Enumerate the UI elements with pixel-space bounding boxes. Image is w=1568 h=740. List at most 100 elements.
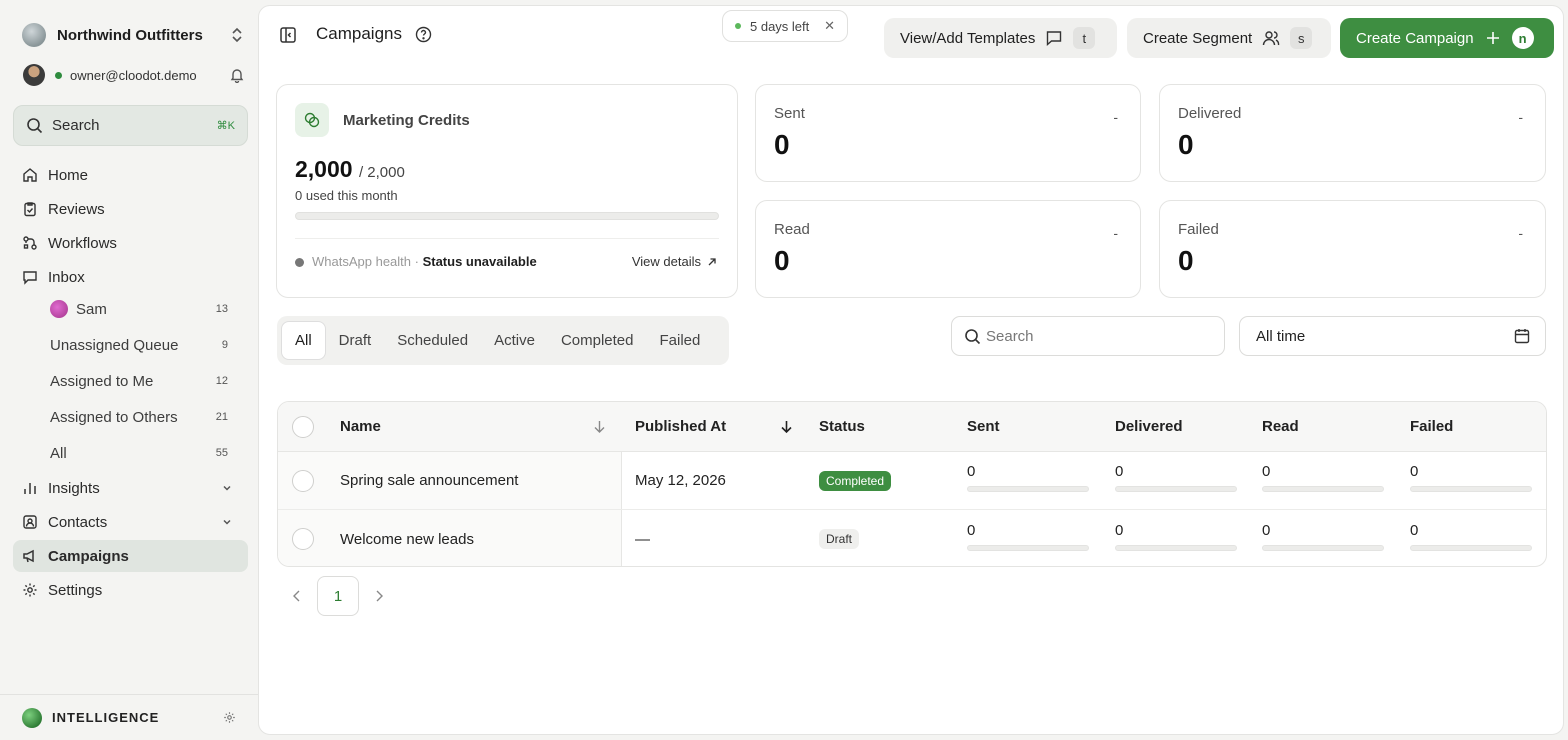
- metric-bar: [1115, 544, 1237, 551]
- col-header-name[interactable]: Name: [340, 402, 620, 451]
- metric-read: 0: [1262, 452, 1384, 509]
- whatsapp-health-status: Status unavailable: [422, 254, 537, 269]
- search-shortcut: ⌘K: [216, 120, 235, 132]
- stat-trend: -: [1518, 109, 1523, 125]
- col-header-read: Read: [1262, 418, 1299, 435]
- org-switcher[interactable]: Northwind Outfitters: [22, 22, 244, 48]
- tab-completed[interactable]: Completed: [548, 321, 647, 360]
- create-segment-label: Create Segment: [1143, 29, 1253, 47]
- table-row[interactable]: Welcome new leads — Draft 0 0 0 0: [278, 510, 1546, 566]
- create-segment-button[interactable]: Create Segment s: [1127, 18, 1331, 58]
- metric-value: 0: [967, 463, 976, 480]
- tab-draft[interactable]: Draft: [326, 321, 385, 360]
- campaigns-table: Name Published At Status Sent Delivered …: [277, 401, 1547, 567]
- view-templates-label: View/Add Templates: [900, 29, 1036, 47]
- inbox-item-count: 21: [215, 411, 228, 423]
- sidebar-toggle-icon[interactable]: [279, 26, 297, 44]
- search-input[interactable]: [986, 327, 1206, 345]
- page-title: Campaigns: [316, 24, 402, 43]
- metric-bar: [1410, 486, 1532, 492]
- col-header-published[interactable]: Published At: [635, 402, 815, 451]
- create-campaign-button[interactable]: Create Campaign n: [1340, 18, 1554, 58]
- inbox-item-assigned-to-me[interactable]: Assigned to Me 12: [50, 367, 240, 395]
- stat-card-sent: Sent 0 -: [755, 84, 1141, 182]
- select-all-checkbox[interactable]: [292, 415, 314, 438]
- sidebar-item-workflows[interactable]: Workflows: [13, 227, 248, 259]
- inbox-item-assigned-to-others[interactable]: Assigned to Others 21: [50, 403, 240, 431]
- users-icon: [1263, 31, 1280, 46]
- sidebar-item-reviews[interactable]: Reviews: [13, 193, 248, 225]
- sidebar-item-campaigns[interactable]: Campaigns: [13, 540, 248, 572]
- metric-value: 0: [1115, 463, 1124, 480]
- inbox-item-unassigned-queue[interactable]: Unassigned Queue 9: [50, 331, 240, 359]
- sidebar-item-home[interactable]: Home: [13, 159, 248, 191]
- user-menu[interactable]: owner@cloodot.demo: [23, 63, 245, 87]
- tab-all[interactable]: All: [281, 321, 326, 360]
- col-header-delivered: Delivered: [1115, 418, 1183, 435]
- chevron-left-icon[interactable]: [290, 589, 304, 603]
- marketing-credits-card: Marketing Credits 2,000 / 2,000 0 used t…: [276, 84, 738, 298]
- sidebar: Northwind Outfitters owner@cloodot.demo …: [0, 0, 258, 740]
- arrow-down-icon[interactable]: [779, 419, 794, 434]
- col-header-status: Status: [819, 418, 865, 435]
- page-number-button[interactable]: 1: [317, 576, 359, 616]
- tab-failed[interactable]: Failed: [647, 321, 714, 360]
- metric-bar: [967, 544, 1089, 551]
- metric-sent: 0: [967, 452, 1089, 509]
- sidebar-item-label: Insights: [48, 479, 100, 497]
- sidebar-item-label: Campaigns: [48, 547, 129, 565]
- sidebar-item-contacts[interactable]: Contacts: [13, 506, 248, 538]
- calendar-icon: [1514, 329, 1530, 344]
- sidebar-item-settings[interactable]: Settings: [13, 574, 248, 606]
- tab-active[interactable]: Active: [481, 321, 548, 360]
- gear-icon: [23, 583, 37, 597]
- status-tabs: All Draft Scheduled Active Completed Fai…: [277, 316, 729, 365]
- table-row[interactable]: Spring sale announcement May 12, 2026 Co…: [278, 452, 1546, 510]
- row-checkbox[interactable]: [292, 469, 314, 492]
- metric-value: 0: [1410, 521, 1419, 539]
- sidebar-item-insights[interactable]: Insights: [13, 472, 248, 504]
- stat-value: 0: [774, 245, 790, 276]
- stat-card-read: Read 0 -: [755, 200, 1141, 298]
- row-select-cell: [278, 452, 328, 509]
- tab-scheduled[interactable]: Scheduled: [384, 321, 481, 360]
- close-icon[interactable]: ✕: [824, 18, 835, 34]
- inbox-item-count: 9: [221, 339, 228, 351]
- campaign-name[interactable]: Spring sale announcement: [340, 452, 620, 509]
- inbox-item-sam[interactable]: Sam 13: [50, 295, 240, 323]
- row-checkbox[interactable]: [292, 528, 314, 550]
- campaign-name[interactable]: Welcome new leads: [340, 510, 620, 566]
- view-templates-button[interactable]: View/Add Templates t: [884, 18, 1117, 58]
- sidebar-item-label: Contacts: [48, 513, 108, 531]
- date-range-picker[interactable]: All time: [1239, 316, 1546, 356]
- arrow-down-icon[interactable]: [592, 419, 607, 434]
- user-email: owner@cloodot.demo: [70, 67, 197, 83]
- chevron-right-icon[interactable]: [372, 589, 386, 603]
- select-all-cell: [278, 402, 328, 451]
- published-at: —: [635, 530, 650, 548]
- global-search[interactable]: Search ⌘K: [13, 105, 248, 146]
- inbox-item-label: Unassigned Queue: [50, 336, 179, 354]
- stat-label: Delivered: [1178, 105, 1242, 122]
- intelligence-bar[interactable]: INTELLIGENCE: [0, 694, 258, 740]
- row-select-cell: [278, 510, 328, 566]
- inbox-item-all[interactable]: All 55: [50, 439, 240, 467]
- stat-label: Sent: [774, 105, 805, 122]
- sidebar-item-label: Settings: [48, 581, 103, 599]
- credits-remaining: 2,000 / 2,000: [295, 156, 405, 183]
- view-details-label: View details: [631, 254, 701, 269]
- credits-total: / 2,000: [358, 164, 405, 181]
- status-cell: Completed: [819, 452, 959, 509]
- gear-icon[interactable]: [223, 711, 236, 724]
- plus-icon: [1486, 32, 1499, 44]
- credits-used: 0 used this month: [295, 188, 398, 203]
- help-icon[interactable]: [415, 26, 432, 43]
- metric-delivered: 0: [1115, 510, 1237, 566]
- status-cell: Draft: [819, 510, 959, 566]
- create-campaign-label: Create Campaign: [1356, 29, 1474, 47]
- inbox-item-count: 13: [215, 303, 228, 315]
- view-details-link[interactable]: View details: [632, 254, 717, 269]
- bell-icon[interactable]: [229, 67, 245, 83]
- sidebar-item-inbox[interactable]: Inbox: [13, 261, 248, 293]
- inbox-item-label: Assigned to Me: [50, 372, 154, 390]
